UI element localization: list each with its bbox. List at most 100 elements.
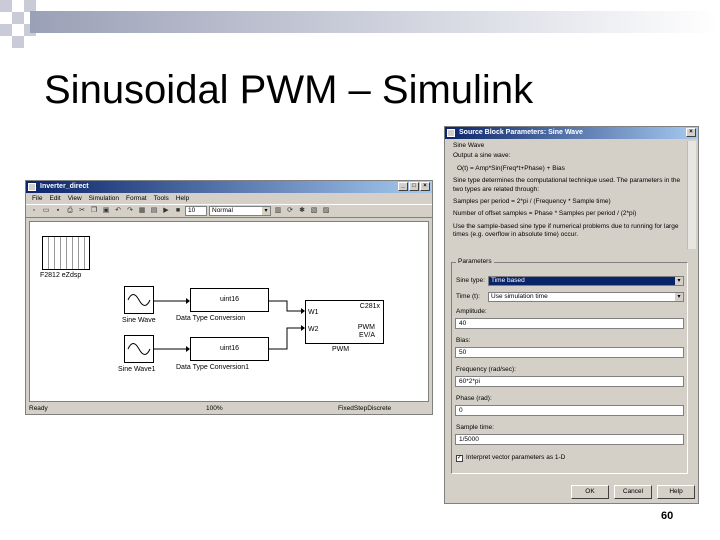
interpret-vector-checkbox[interactable]: ✓ <box>456 455 463 462</box>
c281x-pwm-block[interactable]: C281x W1 W2 PWM EV/A <box>305 300 384 344</box>
conv2-text: uint16 <box>219 345 240 352</box>
close-button[interactable]: × <box>686 128 696 137</box>
copy-icon[interactable]: ❐ <box>89 206 99 216</box>
dialog-titlebar: Source Block Parameters: Sine Wave × <box>445 127 698 139</box>
sine-wave-label: Sine Wave <box>122 317 156 324</box>
chevron-down-icon: ▾ <box>262 207 270 215</box>
cancel-button[interactable]: Cancel <box>614 485 652 499</box>
frequency-input[interactable]: 60*2*pi <box>455 376 684 387</box>
description-scrollbar[interactable] <box>687 141 696 249</box>
save-icon[interactable]: ▪ <box>53 206 63 216</box>
redo-icon[interactable]: ↷ <box>125 206 135 216</box>
pwm-block-label: PWM <box>332 346 350 353</box>
menu-edit[interactable]: Edit <box>49 193 60 204</box>
amplitude-input[interactable]: 40 <box>455 318 684 329</box>
explorer-icon[interactable]: ▤ <box>149 206 159 216</box>
sample-time-label: Sample time: <box>456 424 494 431</box>
model-titlebar: Inverter_direct _ □ × <box>26 181 432 193</box>
parameters-group: Parameters Sine type: Time based ▾ Time … <box>451 258 688 474</box>
stop-icon[interactable]: ■ <box>173 206 183 216</box>
debug-icon[interactable]: ✱ <box>297 206 307 216</box>
phase-label: Phase (rad): <box>456 395 492 402</box>
model-canvas[interactable]: F2812 eZdsp Sine Wave Sine Wave1 uint16 … <box>29 221 429 402</box>
maximize-button[interactable]: □ <box>409 182 419 191</box>
status-text: Ready <box>29 405 48 412</box>
config-icon[interactable]: ▨ <box>321 206 331 216</box>
print-icon[interactable]: ⎙ <box>65 206 75 216</box>
pwm-port2: W2 <box>308 326 319 333</box>
sample-time-input[interactable]: 1/5000 <box>455 434 684 445</box>
block-parameters-dialog: Source Block Parameters: Sine Wave × Sin… <box>444 126 699 504</box>
close-button[interactable]: × <box>420 182 430 191</box>
section-title: Sine Wave <box>453 142 485 149</box>
slide-title: Sinusoidal PWM – Simulink <box>44 68 534 112</box>
time-label: Time (t): <box>456 293 480 300</box>
ok-button[interactable]: OK <box>571 485 609 499</box>
sim-mode-select[interactable]: Normal ▾ <box>209 206 271 216</box>
sine-type-value: Time based <box>491 277 525 284</box>
conv2-label: Data Type Conversion1 <box>176 364 250 371</box>
status-zoom: 100% <box>206 405 223 412</box>
description-line-3: Sine type determines the computational t… <box>453 177 681 193</box>
data-type-conversion1-block[interactable]: uint16 <box>190 337 269 361</box>
bias-label: Bias: <box>456 337 471 344</box>
toolbar: ▫ ▭ ▪ ⎙ ✂ ❐ ▣ ↶ ↷ ▦ ▤ ▶ ■ 10 Normal ▾ ▥ … <box>26 204 432 218</box>
pwm-sub: EV/A <box>359 332 375 339</box>
frequency-label: Frequency (rad/sec): <box>456 366 516 373</box>
page-number: 60 <box>661 510 674 522</box>
slide-header-bar <box>30 11 720 33</box>
pwm-title: C281x <box>359 303 380 310</box>
open-icon[interactable]: ▭ <box>41 206 51 216</box>
library-icon[interactable]: ▦ <box>137 206 147 216</box>
model-window: Inverter_direct _ □ × File Edit View Sim… <box>25 180 433 415</box>
description-line-6: Use the sample-based sine type if numeri… <box>453 222 679 239</box>
chevron-down-icon: ▾ <box>675 293 683 301</box>
interpret-vector-label: Interpret vector parameters as 1-D <box>466 454 566 461</box>
menu-help[interactable]: Help <box>176 193 189 204</box>
pwm-port1: W1 <box>308 309 319 316</box>
description-line-1: Output a sine wave: <box>453 152 511 160</box>
sine-wave-icon <box>127 343 151 355</box>
help-button[interactable]: Help <box>657 485 695 499</box>
cut-icon[interactable]: ✂ <box>77 206 87 216</box>
sine-wave1-block[interactable] <box>124 335 154 363</box>
minimize-button[interactable]: _ <box>398 182 408 191</box>
description-line-4: Samples per period = 2*pi / (Frequency *… <box>453 198 611 206</box>
stop-time-input[interactable]: 10 <box>185 206 207 216</box>
sine-wave1-label: Sine Wave1 <box>118 366 156 373</box>
simulink-icon <box>447 129 455 137</box>
sine-type-select[interactable]: Time based ▾ <box>488 276 684 286</box>
time-value: Use simulation time <box>491 293 548 300</box>
menu-simulation[interactable]: Simulation <box>89 193 119 204</box>
sine-type-label: Sine type: <box>456 277 485 284</box>
sine-wave-block[interactable] <box>124 286 154 314</box>
sine-wave-icon <box>127 294 151 306</box>
dialog-title: Source Block Parameters: Sine Wave <box>459 129 583 136</box>
browser-icon[interactable]: ▧ <box>309 206 319 216</box>
chevron-down-icon: ▾ <box>675 277 683 285</box>
new-icon[interactable]: ▫ <box>29 206 39 216</box>
description-formula: O(t) = Amp*Sin(Freq*t+Phase) + Bias <box>457 164 565 172</box>
simulink-icon <box>28 183 36 191</box>
play-icon[interactable]: ▶ <box>161 206 171 216</box>
amplitude-label: Amplitude: <box>456 308 487 315</box>
build-icon[interactable]: ▥ <box>273 206 283 216</box>
data-type-conversion-block[interactable]: uint16 <box>190 288 269 312</box>
menu-view[interactable]: View <box>68 193 82 204</box>
pwm-name: PWM <box>357 324 375 331</box>
undo-icon[interactable]: ↶ <box>113 206 123 216</box>
phase-input[interactable]: 0 <box>455 405 684 416</box>
bias-input[interactable]: 50 <box>455 347 684 358</box>
model-title: Inverter_direct <box>40 183 89 190</box>
paste-icon[interactable]: ▣ <box>101 206 111 216</box>
menu-tools[interactable]: Tools <box>154 193 169 204</box>
status-solver: FixedStepDiscrete <box>338 405 392 412</box>
f2812-label: F2812 eZdsp <box>40 272 82 279</box>
f2812-ezdsp-block[interactable] <box>42 236 90 270</box>
menu-file[interactable]: File <box>32 193 42 204</box>
menu-format[interactable]: Format <box>126 193 147 204</box>
parameters-title: Parameters <box>456 258 494 265</box>
sim-mode-value: Normal <box>212 207 233 214</box>
time-select[interactable]: Use simulation time ▾ <box>488 292 684 302</box>
update-icon[interactable]: ⟳ <box>285 206 295 216</box>
